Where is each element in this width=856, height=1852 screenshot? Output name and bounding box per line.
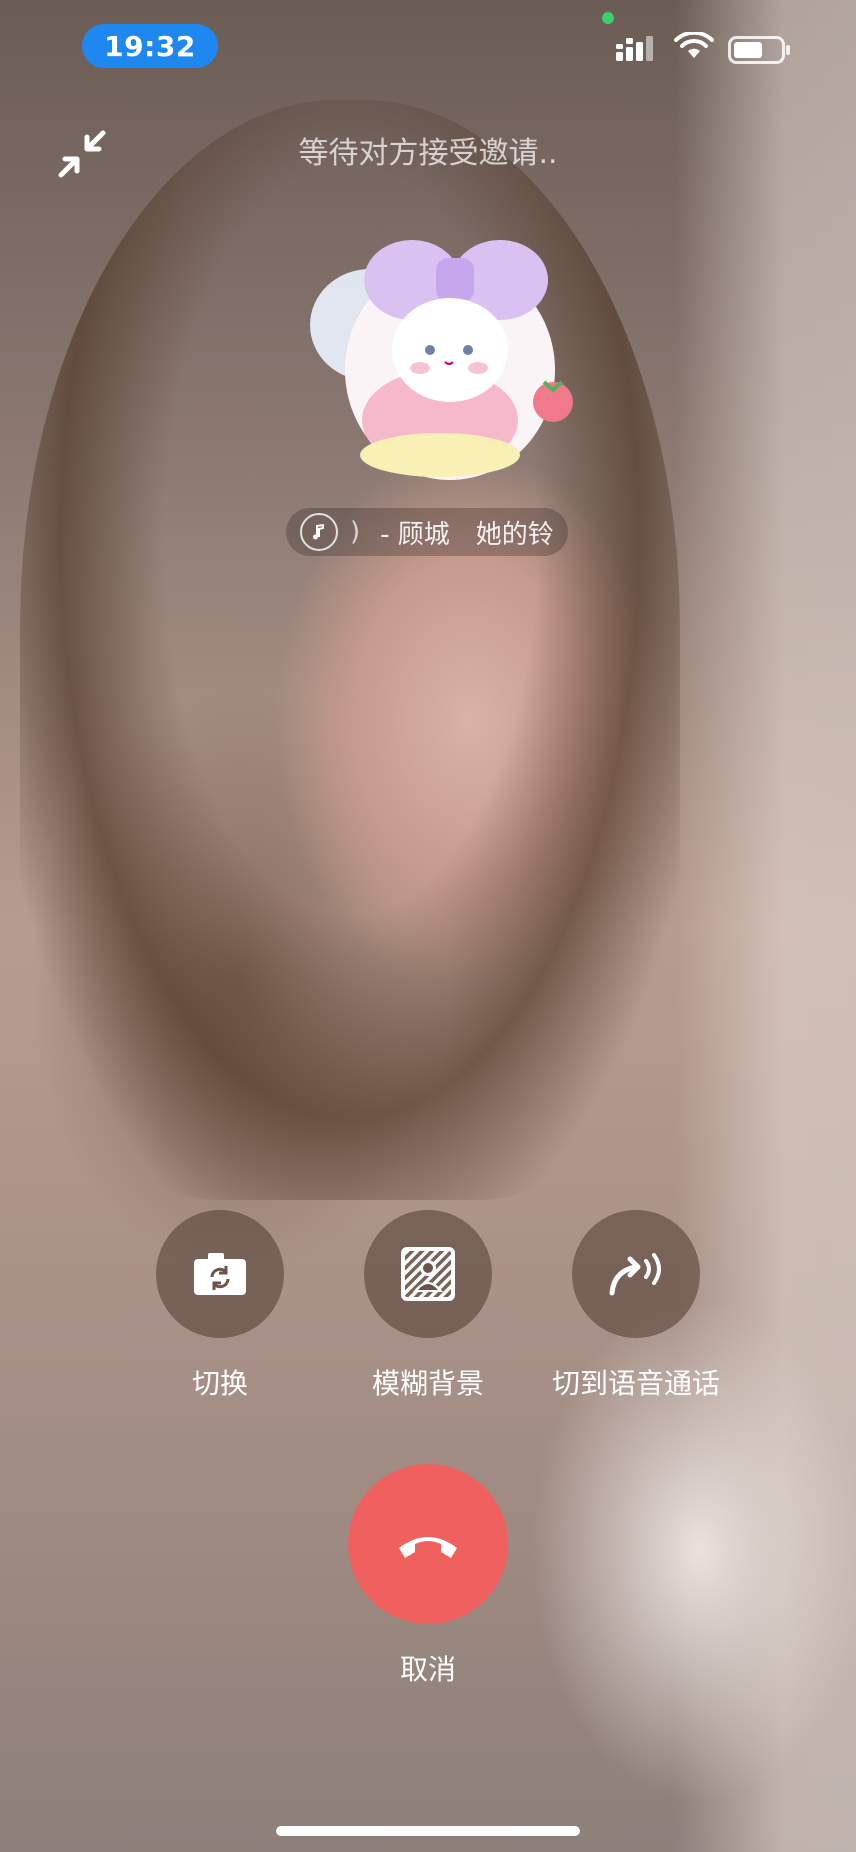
blur-background-label: 模糊背景 <box>371 1367 484 1400</box>
status-time[interactable]: 19:32 <box>82 24 218 68</box>
blur-background-control[interactable]: 模糊背景 <box>318 1210 538 1402</box>
signal-icon <box>616 36 653 61</box>
switch-to-voice-control[interactable]: 切到语音通话 <box>526 1210 746 1402</box>
switch-camera-label: 切换 <box>191 1367 248 1400</box>
ringtone-title: - 顾城 她的铃 <box>380 519 554 550</box>
ringtone-info[interactable]: ) - 顾城 她的铃 <box>286 508 568 556</box>
voice-call-icon <box>609 1253 661 1296</box>
battery-icon <box>728 36 790 64</box>
blur-background-button[interactable] <box>364 1210 492 1338</box>
switch-camera-button[interactable] <box>156 1210 284 1338</box>
camera-switch-icon <box>194 1253 246 1295</box>
sound-wave-icon: ) <box>350 517 361 547</box>
switch-to-voice-label: 切到语音通话 <box>551 1367 720 1400</box>
call-status-text: 等待对方接受邀请.. <box>298 136 558 171</box>
home-indicator[interactable] <box>276 1826 580 1836</box>
camera-preview-wall <box>676 0 856 1852</box>
switch-to-voice-button[interactable] <box>572 1210 700 1338</box>
cancel-call-button[interactable] <box>348 1464 508 1624</box>
music-note-icon <box>300 513 338 551</box>
wifi-icon <box>674 32 714 58</box>
cancel-call-control[interactable]: 取消 <box>348 1464 508 1688</box>
camera-in-use-indicator <box>602 12 614 24</box>
call-controls: 切换 模糊背景 切到语音通话 <box>0 1210 856 1410</box>
contact-avatar <box>300 230 600 510</box>
status-bar: 19:32 <box>0 0 856 90</box>
cancel-call-label: 取消 <box>399 1653 456 1686</box>
switch-camera-control[interactable]: 切换 <box>110 1210 330 1402</box>
hang-up-icon <box>399 1537 457 1558</box>
blur-background-icon <box>401 1247 455 1301</box>
